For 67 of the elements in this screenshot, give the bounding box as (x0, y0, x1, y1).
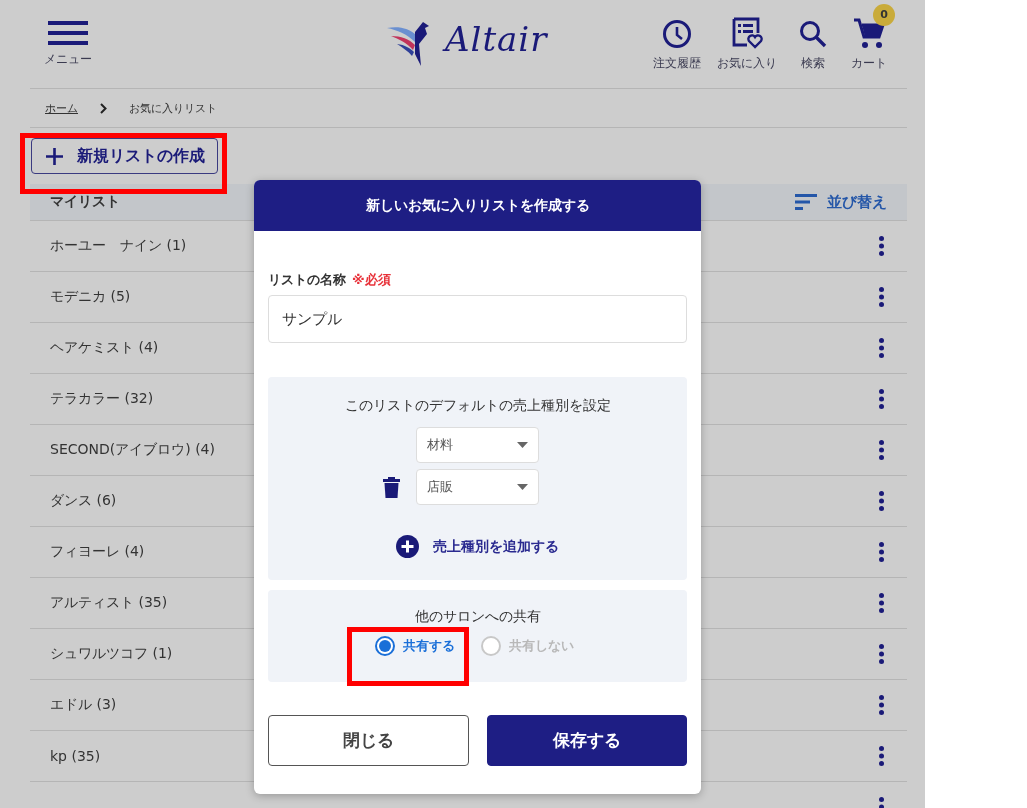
more-button[interactable] (876, 236, 887, 256)
menu-icon (48, 20, 88, 45)
more-vertical-icon (879, 491, 884, 511)
more-vertical-icon (879, 542, 884, 562)
sales-type-dropdown[interactable]: 材料 (416, 427, 539, 463)
more-button[interactable] (876, 695, 887, 715)
sort-button[interactable]: 並び替え (795, 192, 887, 212)
trash-icon[interactable] (383, 476, 400, 498)
more-vertical-icon (879, 338, 884, 358)
list-title: マイリスト (50, 193, 120, 211)
list-item-label[interactable]: ヘアケミスト (4) (50, 339, 159, 357)
required-mark: ※必須 (352, 271, 391, 289)
list-item-label[interactable]: ホーユー ナイン (1) (50, 237, 187, 255)
list-heart-icon (731, 16, 763, 49)
menu-button[interactable]: メニュー (44, 20, 92, 68)
more-vertical-icon (879, 593, 884, 613)
history-button[interactable]: 注文履歴 (653, 18, 701, 72)
chevron-right-icon (100, 102, 107, 114)
panel-title: このリストのデフォルトの売上種別を設定 (344, 397, 611, 415)
more-button[interactable] (876, 593, 887, 613)
more-vertical-icon (879, 440, 884, 460)
list-item-label[interactable]: エドル (3) (50, 696, 117, 714)
more-vertical-icon (879, 389, 884, 409)
save-button[interactable]: 保存する (486, 715, 687, 766)
new-list-button[interactable]: 新規リストの作成 (31, 138, 218, 174)
close-button[interactable]: 閉じる (268, 715, 469, 766)
more-button[interactable] (876, 542, 887, 562)
more-vertical-icon (879, 644, 884, 664)
list-item-label[interactable]: テラカラー (32) (50, 390, 154, 408)
search-button[interactable]: 検索 (793, 18, 833, 72)
list-item-label[interactable]: kp (35) (50, 748, 101, 764)
breadcrumb-link[interactable]: ホーム (45, 100, 78, 116)
more-button[interactable] (876, 440, 887, 460)
more-button[interactable] (876, 287, 887, 307)
search-icon (798, 18, 828, 49)
plus-icon (46, 147, 63, 165)
favorites-button[interactable]: お気に入り (717, 16, 777, 72)
sort-icon (795, 194, 817, 210)
dialog-title: 新しいお気に入りリストを作成する (254, 180, 701, 231)
list-name-field[interactable]: サンプル (268, 295, 687, 343)
list-item-label[interactable]: ダンス (6) (50, 492, 117, 510)
more-vertical-icon (879, 695, 884, 715)
clock-icon (662, 18, 692, 49)
list-item-label[interactable]: アルティスト (35) (50, 594, 168, 612)
caret-down-icon (517, 484, 528, 490)
field-label: リストの名称 (268, 271, 346, 289)
list-item-label[interactable]: シュワルツコフ (1) (50, 645, 173, 663)
add-sales-type-button[interactable]: 売上種別を追加する (396, 535, 559, 558)
panel-title: 他のサロンへの共有 (414, 608, 541, 626)
more-button[interactable] (876, 338, 887, 358)
more-button[interactable] (876, 644, 887, 664)
list-item-label[interactable]: モデニカ (5) (50, 288, 131, 306)
breadcrumb-current: お気に入りリスト (129, 100, 217, 116)
more-button[interactable] (876, 389, 887, 409)
sales-type-dropdown[interactable]: 店販 (416, 469, 539, 505)
more-vertical-icon (879, 746, 884, 766)
more-button[interactable] (876, 746, 887, 766)
more-vertical-icon (879, 236, 884, 256)
cart-icon (853, 16, 885, 49)
radio-option[interactable]: 共有する (375, 636, 455, 656)
list-item-label[interactable]: SECOND(アイブロウ) (4) (50, 441, 215, 459)
caret-down-icon (517, 442, 528, 448)
more-button[interactable] (876, 491, 887, 511)
cart-count-badge: 0 (873, 3, 895, 26)
list-item-label[interactable]: フィヨーレ (4) (50, 543, 145, 561)
plus-circle-icon (396, 535, 419, 558)
more-vertical-icon (879, 287, 884, 307)
